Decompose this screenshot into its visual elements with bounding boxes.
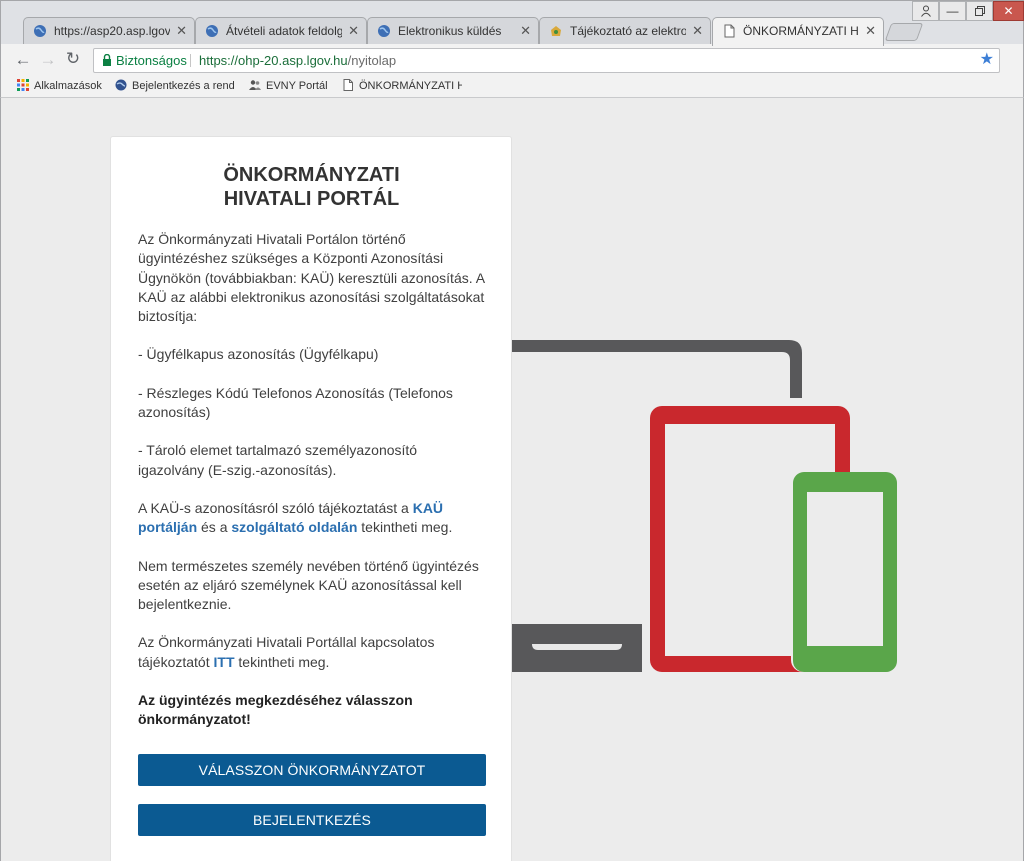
tab-atveteli[interactable]: Átvételi adatok feldolgoz ✕ — [195, 17, 367, 45]
provider-site-link[interactable]: szolgáltató oldalán — [231, 519, 357, 535]
forward-arrow-icon[interactable]: → — [38, 50, 58, 70]
auth-option-ugyfelkapu: - Ügyfélkapus azonosítás (Ügyfélkapu) — [138, 346, 379, 363]
crest-icon — [551, 26, 561, 36]
bookmark-label: Alkalmazások — [34, 80, 102, 92]
non-natural-person-text: Nem természetes személy nevében történő … — [138, 557, 479, 613]
close-icon[interactable]: ✕ — [692, 18, 703, 44]
intro-text: Az Önkormányzati Hivatali Portálon törté… — [138, 231, 485, 325]
apps-grid-icon — [17, 79, 29, 91]
url-path: /nyitolap — [347, 53, 397, 68]
page-icon — [724, 24, 735, 38]
bookmark-label: Bejelentkezés a rend — [132, 80, 235, 92]
bookmark-evny[interactable]: EVNY Portál — [249, 79, 328, 94]
tab-tajekoztato[interactable]: Tájékoztató az elektronik ✕ — [539, 17, 711, 45]
text-fragment: tekintheti meg. — [234, 653, 330, 670]
globe-icon — [206, 25, 218, 37]
tab-label: ÖNKORMÁNYZATI HIVA — [743, 24, 859, 38]
bookmark-apps[interactable]: Alkalmazások — [17, 79, 102, 94]
bookmark-label: EVNY Portál — [266, 80, 328, 92]
window-close-button[interactable]: ✕ — [993, 1, 1024, 21]
portal-info-card: ÖNKORMÁNYZATI HIVATALI PORTÁL Az Önkormá… — [110, 136, 512, 861]
close-icon[interactable]: ✕ — [176, 18, 187, 44]
new-tab-button[interactable] — [884, 23, 924, 41]
call-to-action: Az ügyintézés megkezdéséhez válasszon ön… — [138, 692, 413, 728]
page-title: ÖNKORMÁNYZATI HIVATALI PORTÁL — [138, 163, 485, 211]
address-bar[interactable]: Biztonságos https://ohp-20.asp.lgov.hu/n… — [93, 48, 1000, 73]
auth-option-telefonos: - Részleges Kódú Telefonos Azonosítás (T… — [138, 384, 453, 421]
people-icon — [249, 80, 261, 90]
browser-toolbar: ← → ↻ Biztonságos https://ohp-20.asp.lgo… — [0, 44, 1024, 76]
separator — [190, 54, 191, 67]
reload-icon[interactable]: ↻ — [63, 49, 83, 69]
login-button[interactable]: BEJELENTKEZÉS — [138, 803, 486, 836]
close-icon[interactable]: ✕ — [520, 18, 531, 44]
url-text: https://ohp-20.asp.lgov.hu/nyitolap — [199, 49, 396, 72]
browser-titlebar: https://asp20.asp.lgov.hu ✕ Átvételi ada… — [0, 0, 1024, 46]
close-icon[interactable]: ✕ — [865, 18, 876, 44]
profile-icon[interactable] — [912, 1, 939, 21]
text-fragment: és a — [197, 519, 232, 536]
tab-label: Átvételi adatok feldolgoz — [226, 24, 342, 38]
page-content: ÖNKORMÁNYZATI HIVATALI PORTÁL Az Önkormá… — [0, 98, 1024, 861]
tab-label: https://asp20.asp.lgov.hu — [54, 24, 170, 38]
select-municipality-button[interactable]: VÁLASSZON ÖNKORMÁNYZATOT — [138, 753, 486, 786]
kau-info-text: A KAÜ-s azonosításról szóló tájékoztatás… — [138, 499, 485, 538]
close-icon[interactable]: ✕ — [348, 18, 359, 44]
title-line: ÖNKORMÁNYZATI — [223, 164, 400, 186]
tab-onkormanyzati[interactable]: ÖNKORMÁNYZATI HIVA ✕ — [712, 17, 884, 46]
back-arrow-icon[interactable]: ← — [13, 50, 33, 70]
text-fragment: tekintheti meg. — [357, 519, 453, 536]
bookmark-bejelentkezes[interactable]: Bejelentkezés a rend — [115, 79, 239, 94]
globe-icon — [34, 25, 46, 37]
bookmark-onkormanyzati[interactable]: ÖNKORMÁNYZATI H — [342, 79, 462, 94]
title-line: HIVATALI PORTÁL — [223, 188, 400, 210]
security-label: Biztonságos — [116, 53, 187, 68]
page-icon — [343, 79, 353, 91]
bookmark-star-icon[interactable]: ★ — [980, 48, 994, 71]
minimize-button[interactable]: — — [939, 1, 966, 21]
bookmark-label: ÖNKORMÁNYZATI H — [359, 80, 462, 92]
text-fragment: A KAÜ-s azonosításról szóló tájékoztatás… — [138, 499, 413, 516]
url-host: https://ohp-20.asp.lgov.hu — [199, 53, 348, 68]
bookmarks-bar: Alkalmazások Bejelentkezés a rend EVNY P… — [0, 76, 1024, 98]
tab-label: Elektronikus küldés — [398, 24, 502, 38]
globe-icon — [115, 79, 127, 91]
laptop-trackpad — [532, 644, 622, 650]
auth-option-eszig: - Tároló elemet tartalmazó személyazonos… — [138, 442, 418, 478]
tab-label: Tájékoztató az elektronik — [570, 24, 686, 38]
itt-link[interactable]: ITT — [214, 654, 235, 670]
laptop-frame — [512, 340, 802, 398]
globe-icon — [378, 25, 390, 37]
lock-icon — [103, 54, 111, 66]
phone-screen — [807, 492, 883, 646]
tab-asp20[interactable]: https://asp20.asp.lgov.hu ✕ — [23, 17, 195, 45]
portal-info-text: Az Önkormányzati Hivatali Portállal kapc… — [138, 633, 485, 672]
maximize-button[interactable] — [966, 1, 993, 21]
tab-elektronikus-kuldes[interactable]: Elektronikus küldés ✕ — [367, 17, 539, 45]
